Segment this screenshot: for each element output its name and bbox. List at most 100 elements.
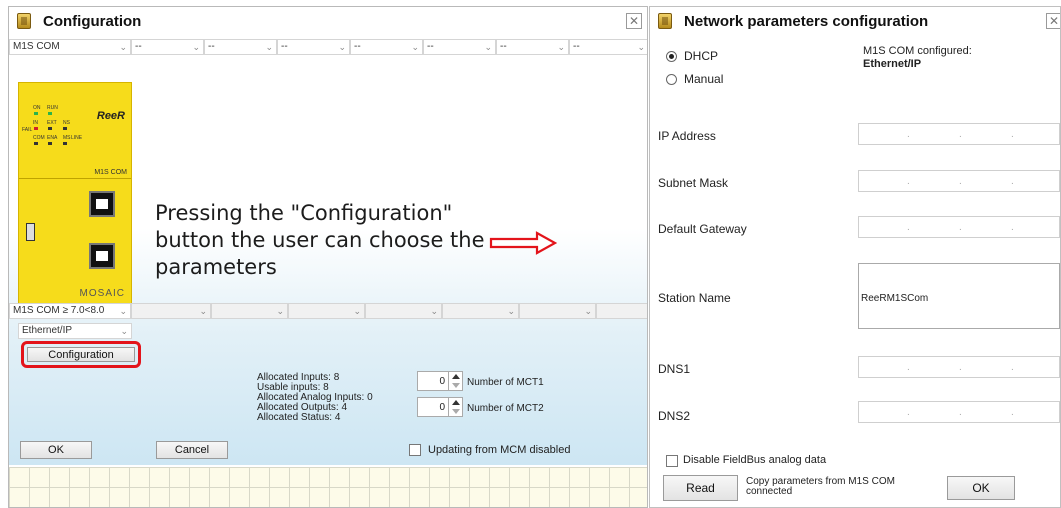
status-led (34, 127, 38, 130)
slot-version-7 (596, 303, 647, 319)
led-label-ena: ENA (47, 135, 58, 141)
ip-separator: . (907, 222, 910, 233)
allocated-status: Allocated Status: 4 (257, 412, 341, 423)
chevron-down-icon: ⌄ (199, 306, 207, 316)
mct2-label: Number of MCT2 (467, 403, 544, 414)
configured-protocol: Ethernet/IP (863, 58, 922, 70)
chevron-down-icon: ⌄ (119, 42, 127, 52)
chevron-down-icon: ⌄ (637, 42, 645, 52)
mct1-label: Number of MCT1 (467, 377, 544, 388)
default-gateway-label: Default Gateway (658, 222, 747, 236)
ip-separator: . (1011, 129, 1014, 140)
network-ok-button[interactable]: OK (947, 476, 1015, 500)
station-name-label: Station Name (658, 291, 731, 305)
ip-address-label: IP Address (658, 129, 716, 143)
ip-separator: . (959, 222, 962, 233)
manual-radio[interactable] (666, 74, 677, 85)
chevron-down-icon: ⌄ (584, 306, 592, 316)
ip-separator: . (959, 407, 962, 418)
ok-button[interactable]: OK (20, 441, 92, 459)
ip-separator: . (907, 176, 910, 187)
subnet-mask-field[interactable]: . . . (858, 170, 1060, 192)
led-label-on: ON (33, 105, 41, 111)
read-button[interactable]: Read (663, 475, 738, 501)
protocol-select-value: Ethernet/IP (22, 325, 73, 336)
config-titlebar: Configuration (9, 7, 647, 35)
default-gateway-field[interactable]: . . . (858, 216, 1060, 238)
led-label-ext: EXT (47, 120, 57, 126)
mct2-value: 0 (439, 402, 445, 413)
chevron-down-icon: ⌄ (192, 42, 200, 52)
led-label-ms: MS (63, 135, 71, 141)
protocol-select[interactable]: Ethernet/IP ⌄ (18, 323, 132, 339)
led-label-com: COM (33, 135, 45, 141)
chevron-down-icon: ⌄ (120, 326, 128, 336)
manual-label: Manual (684, 72, 724, 86)
status-led (34, 142, 38, 145)
version-combo-row: M1S COM ≥ 7.0<8.0 ⌄ ⌄ ⌄ ⌄ ⌄ ⌄ ⌄ (9, 303, 647, 319)
status-led (48, 127, 52, 130)
mct1-value: 0 (439, 376, 445, 387)
chevron-down-icon: ⌄ (338, 42, 346, 52)
chevron-down-icon: ⌄ (276, 306, 284, 316)
module-select-value: M1S COM (13, 41, 60, 52)
slot-select-4-value: -- (354, 41, 361, 52)
slot-version-2: ⌄ (211, 303, 288, 319)
led-label-in: IN (33, 120, 38, 126)
ip-separator: . (907, 407, 910, 418)
ip-separator: . (959, 129, 962, 140)
red-arrow-icon (489, 231, 557, 255)
slot-version-3: ⌄ (288, 303, 365, 319)
chevron-down-icon: ⌄ (557, 42, 565, 52)
module-combo-row: M1S COM ⌄ -- ⌄ -- ⌄ -- ⌄ -- ⌄ -- ⌄ -- ⌄ -- ⌄ (9, 39, 647, 55)
slot-select-7-value: -- (573, 41, 580, 52)
module-divider (19, 178, 131, 179)
mct2-stepper[interactable]: 0 (417, 397, 463, 417)
slot-select-6-value: -- (500, 41, 507, 52)
module-select[interactable]: M1S COM ⌄ (9, 39, 131, 55)
led-label-run: RUN (47, 105, 58, 111)
dns2-field[interactable]: . . . (858, 401, 1060, 423)
spin-arrows-icon[interactable] (448, 398, 462, 416)
dhcp-radio[interactable] (666, 51, 677, 62)
dns1-field[interactable]: . . . (858, 356, 1060, 378)
annotation-text: Pressing the "Configuration" button the … (155, 201, 485, 279)
configuration-button[interactable]: Configuration (27, 347, 135, 362)
configured-caption: M1S COM configured: (863, 45, 972, 57)
slot-select-2[interactable]: -- ⌄ (204, 39, 277, 55)
chevron-down-icon: ⌄ (484, 42, 492, 52)
slot-select-3[interactable]: -- ⌄ (277, 39, 350, 55)
status-led (63, 127, 67, 130)
close-icon[interactable]: ✕ (626, 13, 642, 29)
ip-separator: . (1011, 176, 1014, 187)
disable-analog-checkbox[interactable] (666, 455, 678, 467)
cancel-button[interactable]: Cancel (156, 441, 228, 459)
mosaic-logo: MOSAIC (79, 288, 125, 299)
ip-separator: . (1011, 407, 1014, 418)
station-name-value: ReeRM1SCom (861, 293, 929, 304)
status-led (63, 142, 67, 145)
mct1-stepper[interactable]: 0 (417, 371, 463, 391)
station-name-field[interactable]: ReeRM1SCom (858, 263, 1060, 329)
slot-select-7[interactable]: -- ⌄ (569, 39, 647, 55)
ip-address-field[interactable]: . . . (858, 123, 1060, 145)
slot-select-5[interactable]: -- ⌄ (423, 39, 496, 55)
version-select[interactable]: M1S COM ≥ 7.0<8.0 ⌄ (9, 303, 131, 319)
allocation-info: Allocated Inputs: 8 Usable inputs: 8 All… (257, 373, 373, 423)
slot-select-5-value: -- (427, 41, 434, 52)
slot-select-1[interactable]: -- ⌄ (131, 39, 204, 55)
slot-version-6: ⌄ (519, 303, 596, 319)
app-icon (658, 13, 672, 29)
disable-analog-label: Disable FieldBus analog data (683, 454, 827, 466)
status-led (48, 112, 52, 115)
ip-separator: . (1011, 222, 1014, 233)
updating-checkbox[interactable] (409, 444, 421, 456)
close-icon[interactable]: ✕ (1046, 13, 1060, 29)
slot-select-6[interactable]: -- ⌄ (496, 39, 569, 55)
copy-parameters-hint: Copy parameters from M1S COM connected (746, 476, 895, 497)
spin-arrows-icon[interactable] (448, 372, 462, 390)
slot-select-4[interactable]: -- ⌄ (350, 39, 423, 55)
ip-separator: . (1011, 362, 1014, 373)
chevron-down-icon: ⌄ (430, 306, 438, 316)
ethernet-port-icon (89, 191, 115, 217)
